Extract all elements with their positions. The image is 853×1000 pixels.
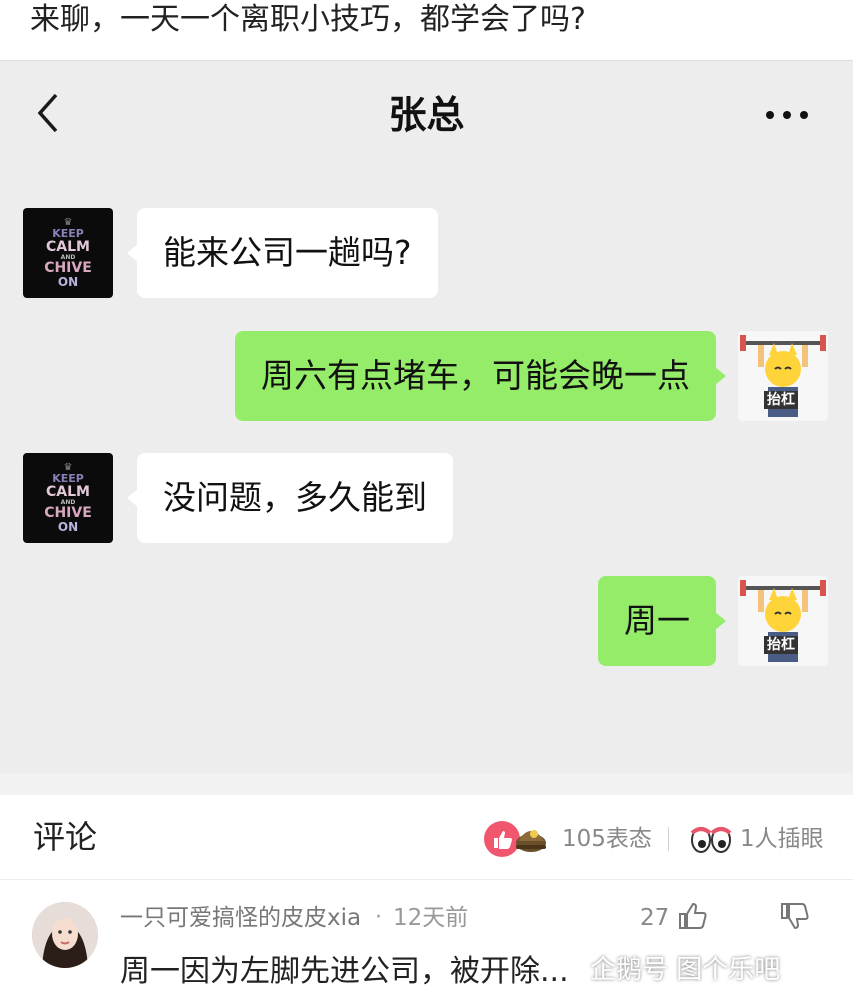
comment-text: 周一因为左脚先进公司，被开除... [120,954,569,989]
message-bubble-incoming[interactable]: 能来公司一趟吗? [127,208,438,298]
avatar-badge: 抬杠 [764,636,798,654]
message-bubble-outgoing[interactable]: 周六有点堵车，可能会晚一点 [235,331,726,421]
commenter-avatar[interactable] [32,902,98,968]
message-bubble-incoming[interactable]: 没问题，多久能到 [127,453,453,543]
partner-avatar[interactable]: ♛ KEEP CALM AND CHIVE ON [23,208,113,298]
thumbs-down-icon[interactable] [778,900,810,932]
eyes-icon[interactable] [690,825,732,855]
interjections-count[interactable]: 1人插眼 [740,821,824,857]
watermark: 企鹅号 图个乐吧 [590,955,781,985]
message-bubble-outgoing[interactable]: 周一 [598,576,726,666]
helmet-reaction-icon[interactable] [514,823,548,855]
thumbs-up-icon[interactable] [676,900,708,932]
comment-time: 12天前 [393,905,469,931]
avatar-text-line: CHIVE [44,259,92,276]
divider [668,827,669,851]
comments-title: 评论 [33,818,98,856]
chat-screenshot: 张总 ♛ KEEP CALM AND CHIVE ON 能来公司一趟吗? 周六有… [0,60,853,774]
comment-author[interactable]: 一只可爱搞怪的皮皮xia [120,904,361,932]
avatar-text-line: CALM [46,238,90,255]
avatar-text-line: CHIVE [44,504,92,521]
my-avatar[interactable]: 抬杠 [738,331,828,421]
avatar-text-line: ON [57,519,79,534]
post-title: 来聊，一天一个离职小技巧，都学会了吗? [30,2,586,37]
section-divider [0,773,853,795]
comments-header: 评论 105表态 1人插眼 [0,795,853,880]
my-avatar[interactable]: 抬杠 [738,576,828,666]
more-dots-icon[interactable] [765,93,809,127]
avatar-badge: 抬杠 [764,391,798,409]
avatar-text-line: ON [57,274,79,289]
separator-dot: · [375,905,382,930]
partner-avatar[interactable]: ♛ KEEP CALM AND CHIVE ON [23,453,113,543]
chat-contact-name: 张总 [388,93,465,137]
avatar-text-line: CALM [46,483,90,500]
reactions-count[interactable]: 105表态 [562,821,652,857]
comment-like-count: 27 [640,905,670,931]
